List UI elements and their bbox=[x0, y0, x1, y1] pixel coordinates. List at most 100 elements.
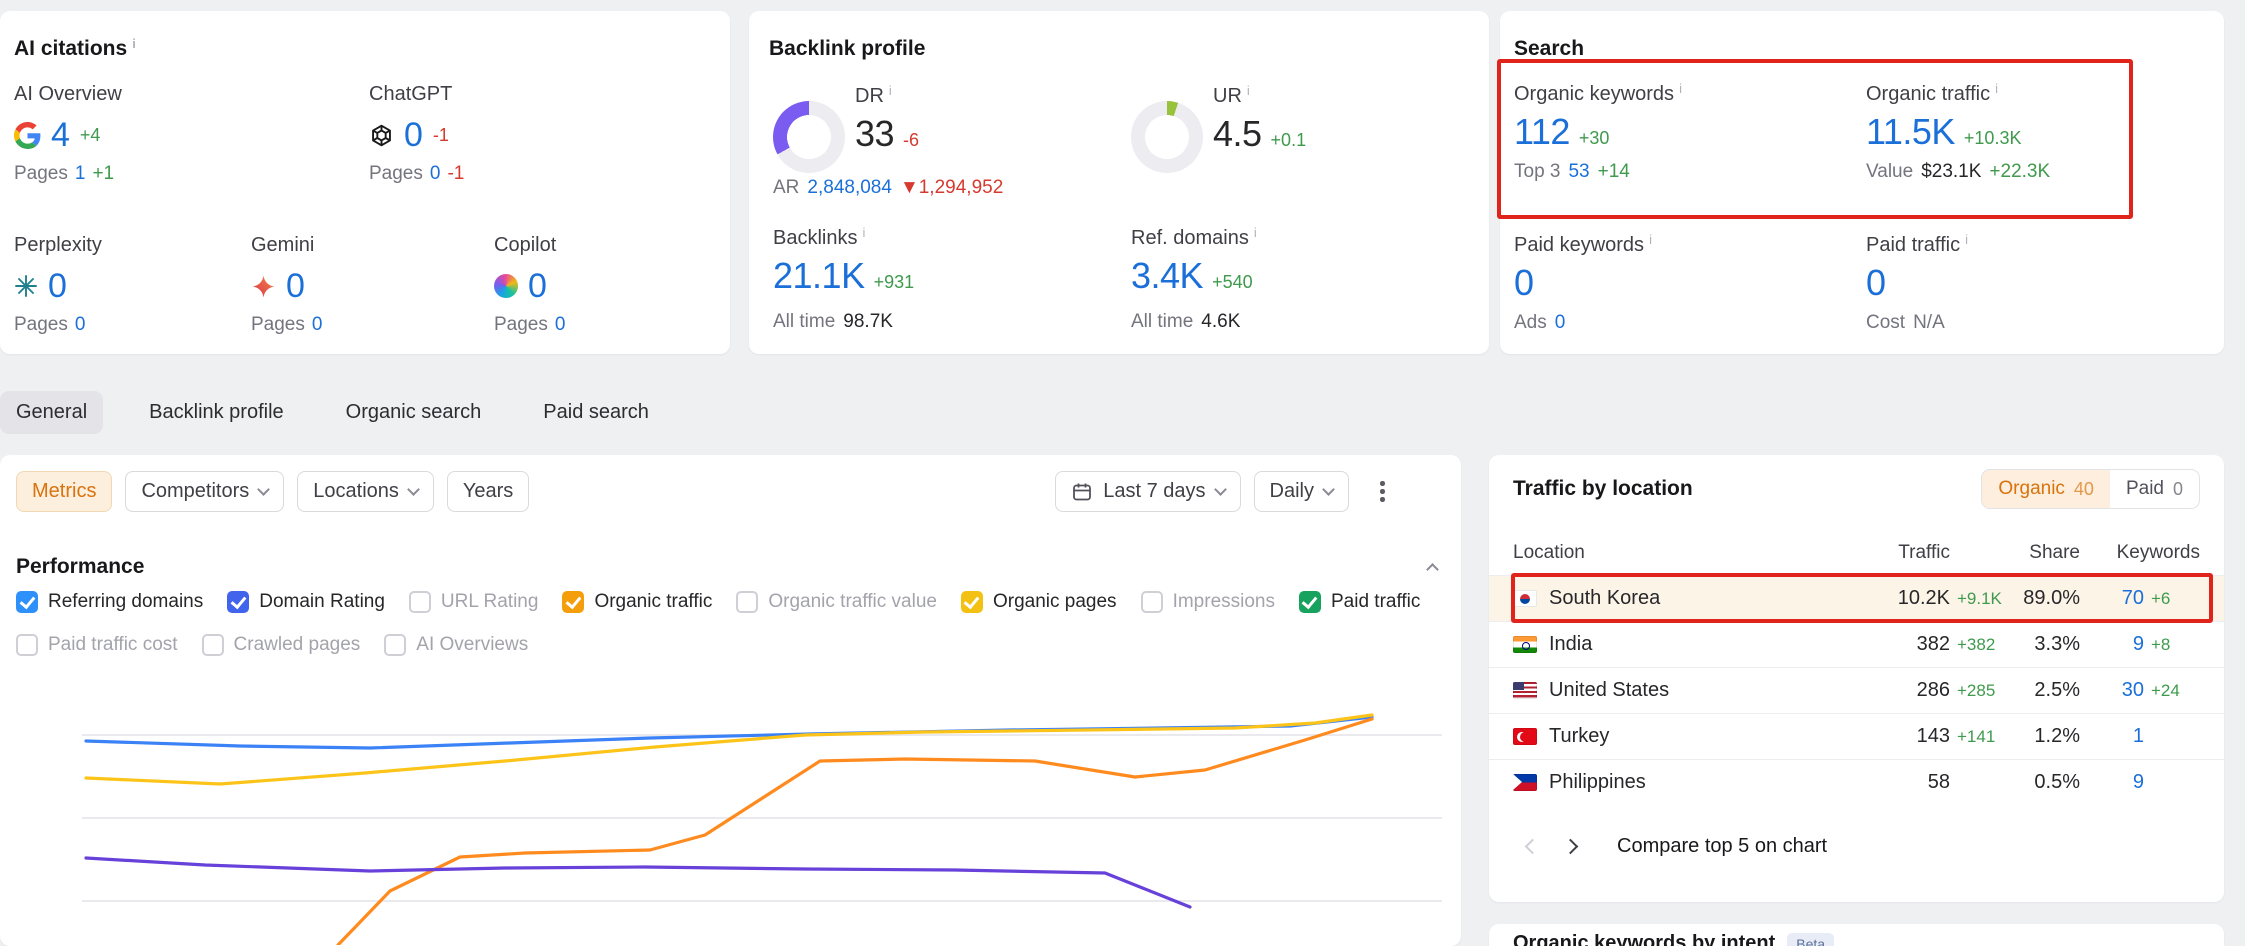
location-keywords[interactable]: 30 bbox=[2080, 679, 2144, 702]
location-name: United States bbox=[1549, 679, 1669, 702]
pages-value[interactable]: 0 bbox=[430, 163, 441, 185]
metric-checkbox-organic-traffic-value[interactable]: Organic traffic value bbox=[736, 591, 937, 613]
metric-checkbox-crawled-pages[interactable]: Crawled pages bbox=[202, 634, 361, 656]
toolbar-button-metrics[interactable]: Metrics bbox=[16, 471, 112, 512]
checkbox-checked-icon[interactable] bbox=[562, 591, 584, 613]
location-table-header: LocationTrafficShareKeywords bbox=[1489, 531, 2224, 575]
metric-checkbox-url-rating[interactable]: URL Rating bbox=[409, 591, 539, 613]
location-traffic: 10.2K bbox=[1850, 587, 1950, 610]
ai-item-name: ChatGPT bbox=[369, 83, 464, 106]
search-cell-value[interactable]: 11.5K bbox=[1866, 113, 1955, 151]
location-keywords[interactable]: 9 bbox=[2080, 633, 2144, 656]
metric-label: Referring domains bbox=[48, 591, 203, 613]
performance-line-chart[interactable] bbox=[80, 695, 1446, 945]
ai-item-value[interactable]: 0 bbox=[48, 269, 67, 303]
kebab-icon bbox=[1380, 489, 1385, 494]
backlinks-value[interactable]: 21.1K bbox=[773, 257, 865, 295]
metric-checkbox-ai-overviews[interactable]: AI Overviews bbox=[384, 634, 528, 656]
metric-checkbox-organic-traffic[interactable]: Organic traffic bbox=[562, 591, 712, 613]
pages-value[interactable]: 0 bbox=[312, 314, 323, 336]
ai-citations-grid: AI Overview4+4Pages1+1ChatGPT0-1Pages0-1… bbox=[0, 11, 730, 354]
ref-domains-delta: +540 bbox=[1212, 272, 1253, 293]
checkbox-unchecked-icon[interactable] bbox=[1141, 591, 1163, 613]
date-range-button[interactable]: Last 7 days bbox=[1055, 471, 1240, 512]
location-keywords[interactable]: 1 bbox=[2080, 725, 2144, 748]
location-name: South Korea bbox=[1549, 587, 1660, 610]
tab-general[interactable]: General bbox=[0, 391, 103, 434]
granularity-label: Daily bbox=[1270, 480, 1314, 503]
ai-item-value[interactable]: 0 bbox=[286, 269, 305, 303]
metric-label: Crawled pages bbox=[234, 634, 361, 656]
report-tabs: General Backlink profile Organic search Pai… bbox=[0, 390, 665, 434]
collapse-section-icon[interactable] bbox=[1426, 563, 1439, 576]
location-share: 0.5% bbox=[2008, 771, 2080, 794]
checkbox-unchecked-icon[interactable] bbox=[409, 591, 431, 613]
toggle-organic[interactable]: Organic40 bbox=[1982, 470, 2110, 508]
ai-citations-card: AI citations AI Overview4+4Pages1+1ChatG… bbox=[0, 11, 730, 354]
calendar-icon bbox=[1071, 481, 1093, 503]
metric-checkbox-paid-traffic[interactable]: Paid traffic bbox=[1299, 591, 1420, 613]
toolbar-button-locations[interactable]: Locations bbox=[297, 471, 434, 512]
column-keywords: Keywords bbox=[2080, 542, 2200, 564]
checkbox-checked-icon[interactable] bbox=[227, 591, 249, 613]
pages-label: Pages bbox=[369, 163, 423, 185]
location-name: Philippines bbox=[1549, 771, 1646, 794]
tab-backlink-profile[interactable]: Backlink profile bbox=[133, 391, 300, 434]
ref-domains-alltime-label: All time bbox=[1131, 311, 1193, 333]
location-row-turkey[interactable]: Turkey143+1411.2%1 bbox=[1489, 713, 2224, 759]
toolbar-button-label: Locations bbox=[313, 480, 399, 503]
chevron-down-icon bbox=[407, 483, 420, 496]
tab-paid-search[interactable]: Paid search bbox=[527, 391, 665, 434]
location-keywords[interactable]: 9 bbox=[2080, 771, 2144, 794]
location-row-south-korea[interactable]: South Korea10.2K+9.1K89.0%70+6 bbox=[1489, 575, 2224, 621]
ai-item-name: Perplexity bbox=[14, 234, 102, 257]
metric-checkbox-paid-traffic-cost[interactable]: Paid traffic cost bbox=[16, 634, 178, 656]
location-row-india[interactable]: India382+3823.3%9+8 bbox=[1489, 621, 2224, 667]
search-cell-value[interactable]: 0 bbox=[1866, 264, 1886, 302]
ai-item-value[interactable]: 0 bbox=[404, 118, 423, 152]
ur-value: 4.5 bbox=[1213, 115, 1262, 153]
toggle-paid[interactable]: Paid0 bbox=[2110, 470, 2199, 508]
ar-value[interactable]: 2,848,084 bbox=[807, 177, 892, 199]
location-row-united-states[interactable]: United States286+2852.5%30+24 bbox=[1489, 667, 2224, 713]
search-cell-subvalue: 53 bbox=[1568, 161, 1589, 183]
toolbar-button-years[interactable]: Years bbox=[447, 471, 529, 512]
granularity-button[interactable]: Daily bbox=[1254, 471, 1349, 512]
previous-page-button[interactable] bbox=[1513, 827, 1551, 865]
checkbox-checked-icon[interactable] bbox=[961, 591, 983, 613]
ref-domains-value[interactable]: 3.4K bbox=[1131, 257, 1203, 295]
next-page-button[interactable] bbox=[1551, 827, 1589, 865]
seo-dashboard-page: AI citations AI Overview4+4Pages1+1ChatG… bbox=[0, 0, 2245, 946]
metric-checkbox-domain-rating[interactable]: Domain Rating bbox=[227, 591, 385, 613]
chevron-down-icon bbox=[1322, 483, 1335, 496]
pages-value[interactable]: 0 bbox=[75, 314, 86, 336]
checkbox-unchecked-icon[interactable] bbox=[16, 634, 38, 656]
search-cell-delta: +10.3K bbox=[1964, 128, 2022, 149]
metric-checkbox-organic-pages[interactable]: Organic pages bbox=[961, 591, 1117, 613]
metric-label: Domain Rating bbox=[259, 591, 385, 613]
ai-item-value[interactable]: 0 bbox=[528, 269, 547, 303]
more-options-button[interactable] bbox=[1362, 471, 1403, 512]
toolbar-button-competitors[interactable]: Competitors bbox=[125, 471, 284, 512]
checkbox-checked-icon[interactable] bbox=[16, 591, 38, 613]
location-row-philippines[interactable]: Philippines580.5%9 bbox=[1489, 759, 2224, 805]
checkbox-unchecked-icon[interactable] bbox=[384, 634, 406, 656]
search-cell-value[interactable]: 0 bbox=[1514, 264, 1534, 302]
checkbox-unchecked-icon[interactable] bbox=[736, 591, 758, 613]
checkbox-unchecked-icon[interactable] bbox=[202, 634, 224, 656]
tab-organic-search[interactable]: Organic search bbox=[330, 391, 498, 434]
pages-value[interactable]: 1 bbox=[75, 163, 86, 185]
ur-label: UR bbox=[1213, 85, 1306, 108]
search-cell-value[interactable]: 112 bbox=[1514, 113, 1570, 151]
metric-checkbox-impressions[interactable]: Impressions bbox=[1141, 591, 1275, 613]
ai-item-value[interactable]: 4 bbox=[51, 118, 70, 152]
search-cell-organic-traffic: Organic traffic11.5K+10.3KValue$23.1K+22… bbox=[1866, 83, 2050, 183]
metric-checkbox-referring-domains[interactable]: Referring domains bbox=[16, 591, 203, 613]
compare-top5-link[interactable]: Compare top 5 on chart bbox=[1617, 835, 1827, 858]
toggle-count: 40 bbox=[2074, 479, 2094, 500]
checkbox-checked-icon[interactable] bbox=[1299, 591, 1321, 613]
location-keywords[interactable]: 70 bbox=[2080, 587, 2144, 610]
pages-value[interactable]: 0 bbox=[555, 314, 566, 336]
pages-delta: -1 bbox=[447, 163, 464, 185]
search-cell-label: Paid traffic bbox=[1866, 234, 1968, 257]
